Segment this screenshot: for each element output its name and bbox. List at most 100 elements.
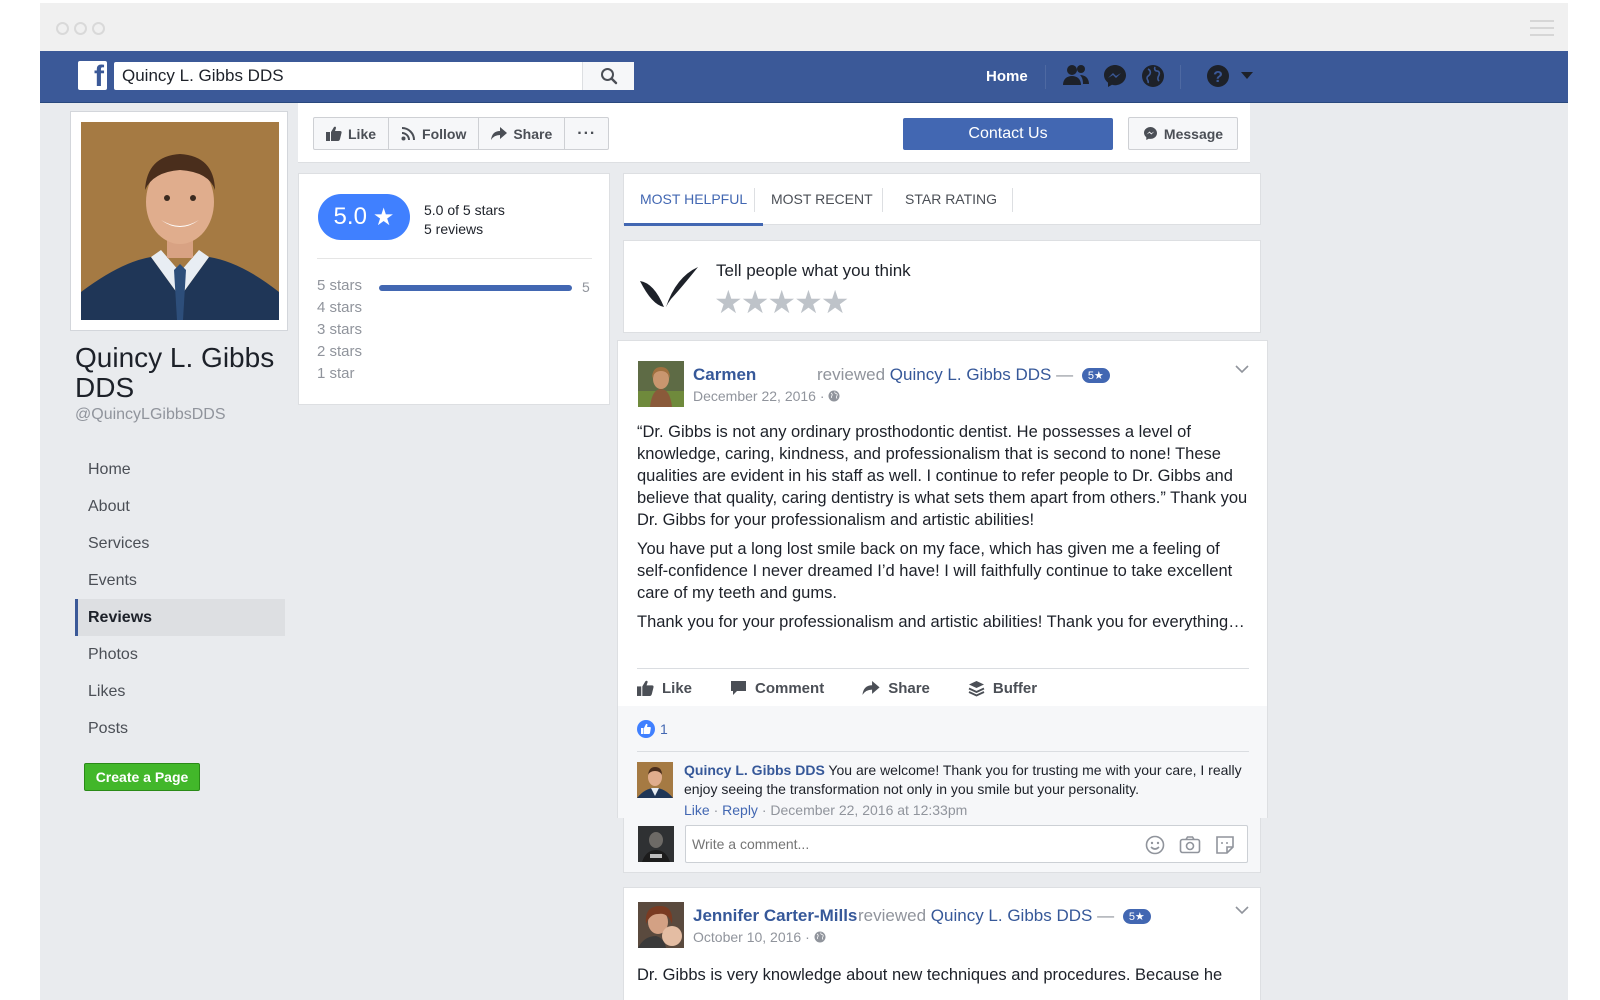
browser-menu-icon[interactable]	[1530, 20, 1554, 36]
review-date[interactable]: October 10, 2016 ·	[693, 929, 826, 945]
buffer-label: Buffer	[992, 679, 1038, 697]
nav-item-about[interactable]: About	[75, 488, 285, 525]
top-navigation-bar: f Home ?	[40, 51, 1568, 103]
browser-titlebar	[40, 3, 1568, 51]
chevron-down-icon[interactable]	[1235, 365, 1249, 374]
share-arrow-icon	[491, 126, 508, 140]
profile-photo	[81, 122, 279, 320]
reply-reply-link[interactable]: Reply	[722, 802, 758, 818]
follow-page-label: Follow	[422, 125, 467, 142]
left-navigation: Home About Services Events Reviews Photo…	[75, 451, 285, 747]
divider	[317, 258, 592, 259]
nav-home-link[interactable]: Home	[986, 68, 1028, 85]
nav-item-posts[interactable]: Posts	[75, 710, 285, 747]
dash-text: —	[1097, 906, 1115, 925]
review-headline: reviewed Quincy L. Gibbs DDS — 5★	[858, 906, 1151, 926]
camera-icon[interactable]	[1179, 835, 1201, 855]
page-action-bar: Like Follow Share ··· Contact Us Message	[298, 103, 1250, 163]
share-page-button[interactable]: Share	[479, 118, 566, 149]
more-options-button[interactable]: ···	[565, 118, 608, 149]
review-date-text: October 10, 2016 ·	[693, 929, 810, 945]
search-icon	[600, 68, 617, 85]
reply-author-name[interactable]: Quincy L. Gibbs DDS	[684, 762, 825, 778]
tab-divider	[754, 188, 755, 212]
tab-star-rating[interactable]: STAR RATING	[905, 174, 997, 226]
chevron-down-icon[interactable]	[1235, 906, 1249, 915]
rating-badge: 5★	[1122, 909, 1151, 925]
nav-item-photos[interactable]: Photos	[75, 636, 285, 673]
nav-item-events[interactable]: Events	[75, 562, 285, 599]
comment-label: Comment	[755, 679, 825, 697]
current-user-avatar	[638, 826, 674, 862]
reviewed-page-link[interactable]: Quincy L. Gibbs DDS	[890, 365, 1052, 384]
review-paragraph: “Dr. Gibbs is not any ordinary prosthodo…	[637, 423, 1248, 529]
nav-item-reviews[interactable]: Reviews	[75, 599, 285, 636]
window-minimize-icon[interactable]	[74, 22, 87, 35]
window-maximize-icon[interactable]	[92, 22, 105, 35]
reply-comment: Quincy L. Gibbs DDS You are welcome! Tha…	[684, 761, 1244, 799]
search-button[interactable]	[582, 62, 634, 90]
globe-icon[interactable]	[1140, 63, 1166, 89]
create-page-button[interactable]: Create a Page	[84, 763, 200, 791]
rating-summary: 5.0 ★ 5.0 of 5 stars 5 reviews	[306, 178, 521, 251]
share-review-button[interactable]: Share	[862, 677, 930, 699]
comment-tools	[1145, 835, 1235, 855]
nav-divider	[1180, 65, 1181, 89]
comment-input[interactable]	[686, 826, 1126, 862]
comment-composer	[623, 818, 1261, 873]
review-actions: Like Comment Share Buffer	[637, 677, 1075, 699]
rating-row-label: 3 stars	[317, 321, 363, 338]
page-handle[interactable]: @QuincyLGibbsDDS	[75, 406, 226, 424]
reply-author-avatar[interactable]	[637, 762, 673, 798]
rating-score: 5.0	[333, 203, 367, 230]
tab-most-helpful[interactable]: MOST HELPFUL	[624, 174, 764, 226]
reviewed-page-link[interactable]: Quincy L. Gibbs DDS	[931, 906, 1093, 925]
messenger-icon[interactable]	[1102, 63, 1128, 89]
rating-row-label: 5 stars	[317, 277, 363, 294]
nav-item-likes[interactable]: Likes	[75, 673, 285, 710]
tab-most-recent[interactable]: MOST RECENT	[771, 174, 873, 226]
search-input[interactable]	[114, 63, 582, 89]
buffer-button[interactable]: Buffer	[968, 677, 1037, 699]
rating-score-badge: 5.0 ★	[318, 194, 410, 240]
help-icon[interactable]: ?	[1205, 63, 1231, 89]
rating-row-label: 2 stars	[317, 343, 363, 360]
contact-us-button[interactable]: Contact Us	[903, 118, 1113, 150]
thumbs-up-icon	[637, 680, 654, 696]
star-rating-input[interactable]: ★★★★★	[714, 283, 849, 321]
reviewer-avatar[interactable]	[638, 902, 684, 948]
meta-separator: ·	[757, 802, 771, 818]
like-review-button[interactable]: Like	[637, 677, 692, 699]
nav-item-services[interactable]: Services	[75, 525, 285, 562]
reply-like-link[interactable]: Like	[684, 802, 710, 818]
divider	[637, 751, 1249, 752]
svg-text:?: ?	[1213, 69, 1223, 86]
like-page-button[interactable]: Like	[314, 118, 390, 149]
profile-picture[interactable]	[70, 111, 288, 331]
write-review-panel: Tell people what you think ★★★★★	[623, 240, 1261, 333]
reaction-count[interactable]: 1	[637, 720, 668, 738]
reviewer-name[interactable]: Carmen	[693, 365, 756, 385]
caret-down-icon[interactable]	[1240, 71, 1254, 81]
window-close-icon[interactable]	[56, 22, 69, 35]
nav-divider	[1045, 65, 1046, 89]
facebook-logo-icon[interactable]: f	[78, 61, 107, 90]
message-button[interactable]: Message	[1128, 117, 1238, 150]
comment-button[interactable]: Comment	[730, 677, 824, 699]
reviewer-name[interactable]: Jennifer Carter-Mills	[693, 906, 857, 926]
reply-timestamp[interactable]: December 22, 2016 at 12:33pm	[770, 802, 967, 818]
like-label: Like	[662, 679, 693, 697]
review-date-text: December 22, 2016 ·	[693, 388, 825, 404]
review-text: “Dr. Gibbs is not any ordinary prosthodo…	[637, 421, 1251, 640]
review-date[interactable]: December 22, 2016 ·	[693, 388, 840, 404]
review-comments-section: 1 Quincy L. Gibbs DDS You are welcome! T…	[618, 706, 1267, 818]
follow-page-button[interactable]: Follow	[389, 118, 480, 149]
thumbs-up-icon	[326, 126, 342, 141]
friends-icon[interactable]	[1062, 63, 1090, 89]
message-label: Message	[1163, 125, 1224, 142]
nav-item-home[interactable]: Home	[75, 451, 285, 488]
sticker-icon[interactable]	[1215, 835, 1235, 855]
share-page-label: Share	[513, 125, 553, 142]
reviewer-avatar[interactable]	[638, 361, 684, 407]
emoji-icon[interactable]	[1145, 835, 1165, 855]
